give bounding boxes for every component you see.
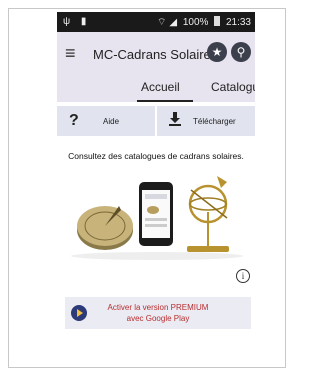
active-tab-indicator xyxy=(137,100,193,102)
premium-line1: Activer la version PREMIUM xyxy=(107,303,209,312)
tab-catalogue[interactable]: Catalogue xyxy=(211,80,255,94)
tab-bar: Accueil Catalogue xyxy=(57,76,255,102)
info-icon[interactable]: i xyxy=(236,269,250,283)
signal-icon: ◢ xyxy=(169,17,178,28)
battery-percent: 100% xyxy=(182,17,209,28)
app-title: MC-Cadrans Solaires xyxy=(93,47,218,62)
tab-accueil[interactable]: Accueil xyxy=(141,80,180,94)
download-icon xyxy=(169,111,193,131)
download-label: Télécharger xyxy=(193,116,236,126)
favorites-star-icon[interactable]: ★ xyxy=(207,42,227,62)
help-button[interactable]: ? Aide xyxy=(57,106,155,136)
premium-banner[interactable]: Activer la version PREMIUM avec Google P… xyxy=(65,297,251,329)
sundial-illustration xyxy=(71,176,243,260)
subtitle-text: Consultez des catalogues de cadrans sola… xyxy=(68,151,244,161)
menu-icon[interactable]: ≡ xyxy=(65,44,76,62)
wifi-icon: ⌔ xyxy=(156,17,167,28)
status-notification-icons: ψ ▮ xyxy=(63,16,91,27)
status-right-group: ⌔ ◢ 100% 21:33 xyxy=(154,16,251,29)
app-bar: ≡ MC-Cadrans Solaires ★ ⚲ xyxy=(57,32,255,76)
premium-line2: avec Google Play xyxy=(126,314,190,323)
search-icon[interactable]: ⚲ xyxy=(231,42,251,62)
download-button[interactable]: Télécharger xyxy=(157,106,255,136)
help-label: Aide xyxy=(103,116,120,126)
battery-icon xyxy=(214,16,221,26)
status-bar: ψ ▮ ⌔ ◢ 100% 21:33 xyxy=(57,12,255,32)
phone-screen: ψ ▮ ⌔ ◢ 100% 21:33 ≡ MC-Cadrans Solaires … xyxy=(57,12,255,352)
clock: 21:33 xyxy=(225,17,251,28)
help-icon: ? xyxy=(69,112,79,129)
